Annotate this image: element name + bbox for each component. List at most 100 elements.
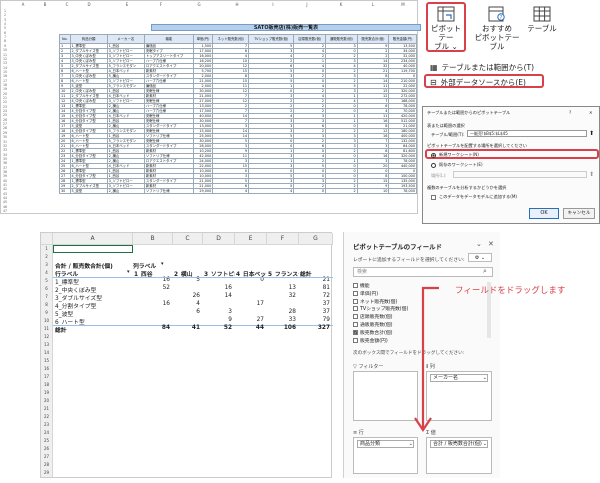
row-number[interactable]: 19	[41, 389, 53, 397]
pivot-value-cell[interactable]	[133, 293, 170, 301]
field-item[interactable]: 販売金額(円)	[353, 337, 388, 344]
cancel-button[interactable]: キャンセル	[563, 208, 595, 219]
pivot-total-cell[interactable]: 327	[299, 325, 330, 333]
column-header[interactable]: M	[393, 1, 413, 8]
chevron-down-icon[interactable]: ⌄	[483, 375, 487, 381]
pivot-value-cell[interactable]	[267, 277, 296, 285]
column-header[interactable]: B	[35, 1, 55, 8]
help-icon[interactable]: ?	[569, 110, 571, 115]
pivot-total-cell[interactable]: 41	[173, 325, 200, 333]
range-input[interactable]: 一販売!$B$5:$L$45	[467, 130, 587, 137]
row-number[interactable]: 20	[41, 397, 53, 405]
pivot-value-cell[interactable]	[133, 317, 170, 325]
field-checkbox[interactable]	[353, 298, 358, 304]
gear-icon[interactable]: ⚙ ⌄	[468, 253, 492, 262]
column-header[interactable]: K	[331, 1, 351, 8]
pivot-column-head[interactable]: 3_ソフトピロー	[204, 269, 235, 277]
pivot-value-cell[interactable]	[235, 293, 264, 301]
pivot-row-label[interactable]: 1_標準型	[55, 277, 133, 286]
pivot-value-cell[interactable]: 37	[299, 301, 330, 309]
field-checkbox[interactable]	[353, 322, 358, 327]
collapse-location-icon[interactable]: ⬆	[589, 171, 594, 178]
row-number[interactable]: 23	[41, 421, 53, 429]
pivot-value-cell[interactable]	[173, 285, 200, 293]
table-cell[interactable]: 4	[212, 188, 250, 194]
pivot-value-cell[interactable]: 28	[267, 309, 296, 317]
pivot-value-cell[interactable]: 27	[235, 317, 264, 325]
row-number[interactable]: 22	[41, 413, 53, 421]
existing-worksheet-radio[interactable]: 既存のワークシート(E)	[431, 162, 483, 168]
menu-from-table[interactable]: ▦ テーブルまたは範囲から(T)	[430, 62, 534, 73]
pivot-value-cell[interactable]: 14	[203, 293, 232, 301]
table-cell[interactable]: ソフトリブ仕様	[143, 188, 194, 194]
column-header[interactable]: F	[151, 1, 171, 8]
pivot-total-cell[interactable]: 106	[267, 325, 296, 333]
field-checkbox[interactable]	[353, 283, 358, 288]
row-number[interactable]: 27	[41, 453, 53, 461]
pivot-value-cell[interactable]: 16	[133, 301, 170, 309]
select-all-corner[interactable]	[41, 233, 53, 245]
values-area[interactable]: 合計 / 販売数合計(個) ⌄	[426, 437, 492, 474]
row-number[interactable]: 24	[41, 429, 53, 437]
pivot-value-cell[interactable]: 37	[299, 309, 330, 317]
field-checkbox[interactable]	[353, 337, 358, 343]
row-number[interactable]: 6	[41, 285, 53, 293]
column-header[interactable]: H	[227, 1, 247, 8]
selected-cell[interactable]	[53, 245, 133, 253]
row-number[interactable]: 25	[41, 437, 53, 445]
location-input[interactable]	[453, 171, 587, 178]
table-cell[interactable]: 2_横山	[106, 188, 145, 194]
table-button[interactable]: テーブル	[524, 6, 560, 33]
table-cell[interactable]: 78,000	[388, 188, 417, 194]
pivot-total-label[interactable]: 総計	[55, 325, 133, 334]
pivot-value-cell[interactable]: 72	[299, 293, 330, 301]
chevron-down-icon[interactable]: ⌄	[476, 240, 482, 248]
column-header[interactable]: E	[117, 1, 137, 8]
pivot-value-cell[interactable]	[235, 309, 264, 317]
pivot-value-cell[interactable]	[267, 301, 296, 309]
row-number[interactable]: 18	[41, 381, 53, 389]
pivot-value-cell[interactable]: 79	[299, 317, 330, 325]
field-checkbox[interactable]	[353, 314, 358, 320]
pivot-value-cell[interactable]: 81	[299, 285, 330, 293]
data-model-checkbox[interactable]: このデータをデータモデルに追加する(M)	[431, 194, 517, 200]
column-header[interactable]: A	[53, 233, 133, 245]
column-header[interactable]: B	[133, 233, 173, 245]
row-number[interactable]: 1	[41, 245, 53, 253]
table-cell[interactable]: 5_波型	[69, 188, 108, 194]
chevron-down-icon[interactable]: ⌄	[452, 42, 458, 51]
row-number[interactable]: 9	[41, 309, 53, 317]
new-worksheet-radio[interactable]: 新規ワークシート(N)	[431, 152, 479, 158]
pivot-column-head[interactable]: 1_西谷	[134, 269, 173, 277]
field-checkbox[interactable]	[353, 290, 358, 296]
column-header[interactable]: J	[297, 1, 317, 8]
row-number[interactable]: 29	[41, 469, 53, 477]
field-item[interactable]: 店頭販売数(個)	[353, 313, 393, 320]
pivot-column-head[interactable]: 4_日本ベッド	[236, 269, 267, 277]
pivot-value-cell[interactable]	[173, 317, 200, 325]
field-checkbox[interactable]	[353, 306, 358, 312]
pivot-value-cell[interactable]: 32	[267, 293, 296, 301]
rows-field-chip[interactable]: 商品分類 ⌄	[357, 440, 414, 448]
column-header[interactable]: G	[189, 1, 209, 8]
pivot-total-cell[interactable]: 44	[235, 325, 264, 333]
row-labels-header[interactable]: 行ラベル	[55, 269, 133, 278]
pivot-value-cell[interactable]: 21	[299, 277, 330, 285]
filter-dropdown-icon[interactable]: ▾	[161, 261, 164, 267]
pivot-value-cell[interactable]: 5	[173, 277, 200, 285]
row-number[interactable]: 47	[1, 209, 9, 213]
close-icon[interactable]: ✕	[589, 110, 593, 115]
row-number[interactable]: 11	[41, 325, 53, 333]
pivot-value-cell[interactable]: 17	[235, 301, 264, 309]
column-header[interactable]: A	[13, 1, 33, 8]
pivot-total-cell[interactable]: 84	[133, 325, 170, 333]
row-number[interactable]: 28	[41, 461, 53, 469]
values-field-chip[interactable]: 合計 / 販売数合計(個) ⌄	[430, 440, 488, 448]
pivot-row-label[interactable]: 2_中央くぼみ型	[55, 285, 133, 294]
column-header[interactable]: C	[57, 1, 77, 8]
table-cell[interactable]: 10	[356, 188, 390, 194]
pivot-value-cell[interactable]: 13	[267, 285, 296, 293]
row-number[interactable]: 7	[41, 293, 53, 301]
column-header[interactable]: E	[235, 233, 267, 245]
pivot-value-cell[interactable]: 26	[173, 293, 200, 301]
